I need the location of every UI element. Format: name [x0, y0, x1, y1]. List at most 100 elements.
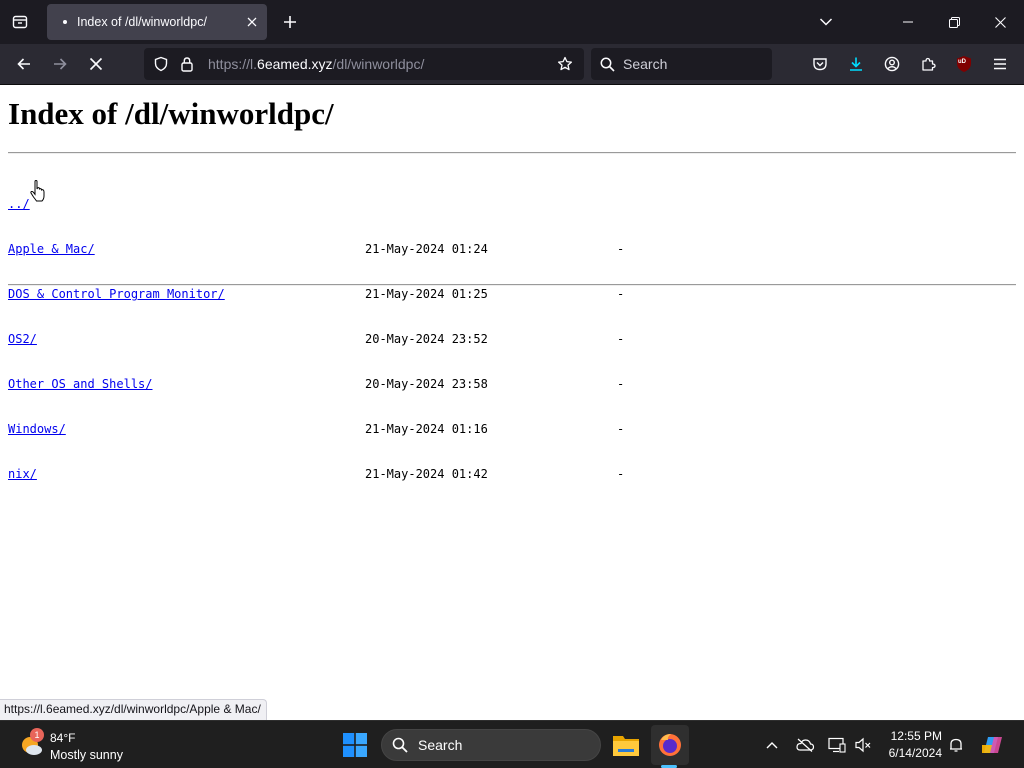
url-path: /dl/winworldpc/: [332, 56, 425, 72]
weather-condition: Mostly sunny: [50, 748, 123, 762]
parent-directory-row: ../: [8, 197, 708, 212]
navigation-toolbar: https://l.6eamed.xyz/dl/winworldpc/ Sear…: [0, 44, 1024, 85]
windows-taskbar: 1 84°F Mostly sunny Search 12:55 PM 6/14…: [0, 720, 1024, 768]
speaker-muted-icon: [855, 737, 871, 753]
weather-alert-badge: 1: [30, 728, 44, 742]
new-tab-button[interactable]: [275, 6, 305, 38]
tab-title: Index of /dl/winworldpc/: [77, 15, 207, 29]
minimize-icon: [903, 21, 913, 23]
firefox-icon: [659, 734, 681, 756]
directory-link[interactable]: nix/: [8, 467, 37, 482]
search-icon: [591, 48, 623, 80]
clock-date[interactable]: 6/14/2024: [880, 746, 942, 760]
page-content: Index of /dl/winworldpc/ ../ Apple & Mac…: [0, 86, 1024, 720]
file-explorer-icon[interactable]: [609, 727, 643, 763]
stop-loading-button[interactable]: [80, 48, 112, 80]
modified-date: 21-May-2024 01:16: [365, 422, 488, 436]
directory-link[interactable]: DOS & Control Program Monitor/: [8, 287, 225, 302]
weather-temperature: 84°F: [50, 731, 76, 745]
show-hidden-icons-button[interactable]: [760, 733, 784, 757]
window-close-button[interactable]: [977, 0, 1024, 44]
close-icon: [995, 16, 1006, 28]
volume-tray-button[interactable]: [851, 733, 875, 757]
directory-link[interactable]: OS2/: [8, 332, 37, 347]
close-icon: [89, 57, 103, 71]
account-icon: [884, 56, 900, 72]
directory-row: nix/ 21-May-2024 01:42 -: [8, 467, 708, 482]
clock-time[interactable]: 12:55 PM: [880, 729, 942, 743]
directory-link[interactable]: Windows/: [8, 422, 66, 437]
file-size: -: [617, 467, 625, 481]
extensions-button[interactable]: [912, 48, 944, 80]
copilot-icon[interactable]: [978, 731, 1006, 759]
account-button[interactable]: [876, 48, 908, 80]
divider-top: [8, 152, 1016, 154]
tracking-protection-shield-icon[interactable]: [148, 48, 174, 80]
url-text[interactable]: https://l.6eamed.xyz/dl/winworldpc/: [208, 56, 552, 72]
bell-icon: [950, 738, 962, 752]
pocket-icon: [813, 58, 827, 71]
forward-button[interactable]: [44, 48, 76, 80]
modified-date: 21-May-2024 01:25: [365, 287, 488, 301]
firefox-taskbar-button[interactable]: [651, 725, 689, 765]
ublock-origin-button[interactable]: uD: [948, 48, 980, 80]
weather-widget[interactable]: 1 84°F Mostly sunny: [18, 725, 158, 765]
search-bar-placeholder: Search: [623, 56, 668, 72]
directory-row: OS2/ 20-May-2024 23:52 -: [8, 332, 708, 347]
tab-loading-dot: [63, 20, 67, 24]
firefox-view-button[interactable]: [0, 0, 40, 44]
browser-tab-bar: Index of /dl/winworldpc/: [0, 0, 1024, 44]
search-bar[interactable]: Search: [591, 48, 772, 80]
pocket-button[interactable]: [804, 48, 836, 80]
back-button[interactable]: [8, 48, 40, 80]
download-icon: [850, 57, 862, 71]
directory-link[interactable]: Other OS and Shells/: [8, 377, 153, 392]
file-size: -: [617, 422, 625, 436]
chevron-up-icon: [766, 742, 778, 749]
windows-start-icon[interactable]: [342, 732, 368, 758]
taskbar-search-label: Search: [418, 737, 463, 753]
modified-date: 21-May-2024 01:42: [365, 467, 488, 481]
chevron-down-icon: [819, 18, 833, 26]
notifications-button[interactable]: [944, 733, 968, 757]
file-size: -: [617, 332, 625, 346]
directory-row: DOS & Control Program Monitor/ 21-May-20…: [8, 287, 708, 302]
ublock-badge-text: uD: [958, 59, 966, 65]
lock-icon[interactable]: [174, 48, 200, 80]
arrow-left-icon: [17, 58, 30, 70]
directory-row: Windows/ 21-May-2024 01:16 -: [8, 422, 708, 437]
file-size: -: [617, 377, 625, 391]
url-host: 6eamed.xyz: [257, 56, 333, 72]
window-restore-button[interactable]: [931, 0, 977, 44]
display-tray-button[interactable]: [825, 733, 849, 757]
url-scheme: https://l.: [208, 56, 258, 72]
directory-link[interactable]: Apple & Mac/: [8, 242, 95, 257]
taskbar-search-box[interactable]: Search: [381, 729, 601, 761]
modified-date: 21-May-2024 01:24: [365, 242, 488, 256]
cloud-offline-icon: [796, 738, 815, 752]
status-url-tooltip: https://l.6eamed.xyz/dl/winworldpc/Apple…: [0, 699, 267, 720]
arrow-right-icon: [54, 58, 67, 70]
restore-icon: [948, 16, 960, 28]
bookmark-star-icon[interactable]: [552, 48, 578, 80]
divider-bottom: [8, 284, 1016, 286]
parent-directory-link[interactable]: ../: [8, 197, 30, 212]
directory-row: Other OS and Shells/ 20-May-2024 23:58 -: [8, 377, 708, 392]
monitor-icon: [828, 737, 846, 753]
app-menu-button[interactable]: [984, 48, 1016, 80]
hand-pointer-cursor-icon: [30, 180, 45, 202]
list-all-tabs-button[interactable]: [810, 6, 842, 38]
address-bar[interactable]: https://l.6eamed.xyz/dl/winworldpc/: [144, 48, 584, 80]
hamburger-menu-icon: [994, 58, 1006, 70]
search-icon: [382, 737, 418, 753]
close-icon: [247, 17, 257, 27]
downloads-button[interactable]: [840, 48, 872, 80]
file-size: -: [617, 242, 625, 256]
window-minimize-button[interactable]: [885, 0, 931, 44]
puzzle-piece-icon: [922, 57, 936, 71]
modified-date: 20-May-2024 23:52: [365, 332, 488, 346]
onedrive-tray-button[interactable]: [793, 733, 817, 757]
tab-active[interactable]: Index of /dl/winworldpc/: [47, 4, 267, 40]
directory-row: Apple & Mac/ 21-May-2024 01:24 -: [8, 242, 708, 257]
tab-close-button[interactable]: [237, 7, 267, 37]
